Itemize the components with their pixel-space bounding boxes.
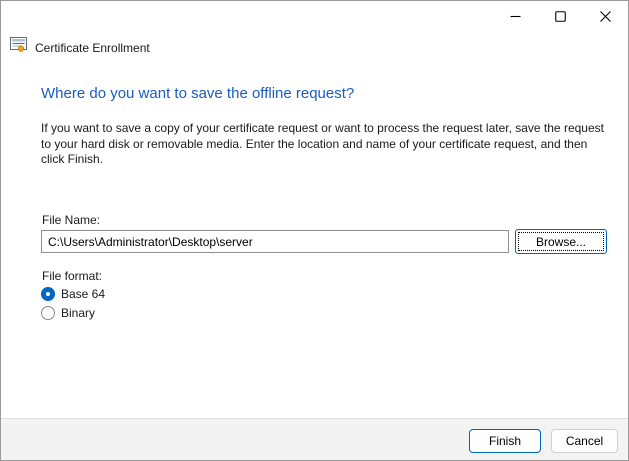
certificate-enrollment-window: Certificate Enrollment Where do you want… [0, 0, 629, 461]
finish-button[interactable]: Finish [469, 429, 541, 453]
close-icon [600, 11, 611, 22]
minimize-icon [510, 11, 521, 22]
footer-bar: Finish Cancel [1, 418, 628, 460]
radio-option-binary[interactable]: Binary [41, 306, 95, 320]
file-format-label: File format: [42, 269, 102, 283]
wizard-title: Certificate Enrollment [35, 41, 150, 55]
maximize-icon [555, 11, 566, 22]
browse-button[interactable]: Browse... [515, 229, 607, 254]
radio-selected-icon[interactable] [41, 287, 55, 301]
close-button[interactable] [583, 1, 628, 31]
wizard-header: Certificate Enrollment [10, 37, 150, 58]
page-heading: Where do you want to save the offline re… [41, 85, 354, 102]
radio-option-base64[interactable]: Base 64 [41, 287, 105, 301]
certificate-icon [10, 37, 28, 58]
page-description: If you want to save a copy of your certi… [41, 121, 607, 168]
maximize-button[interactable] [538, 1, 583, 31]
file-name-label: File Name: [42, 213, 100, 227]
radio-unselected-icon[interactable] [41, 306, 55, 320]
radio-label-base64: Base 64 [61, 287, 105, 301]
file-name-input[interactable] [41, 230, 509, 253]
minimize-button[interactable] [493, 1, 538, 31]
cancel-button[interactable]: Cancel [551, 429, 618, 453]
titlebar [1, 1, 628, 31]
radio-label-binary: Binary [61, 306, 95, 320]
